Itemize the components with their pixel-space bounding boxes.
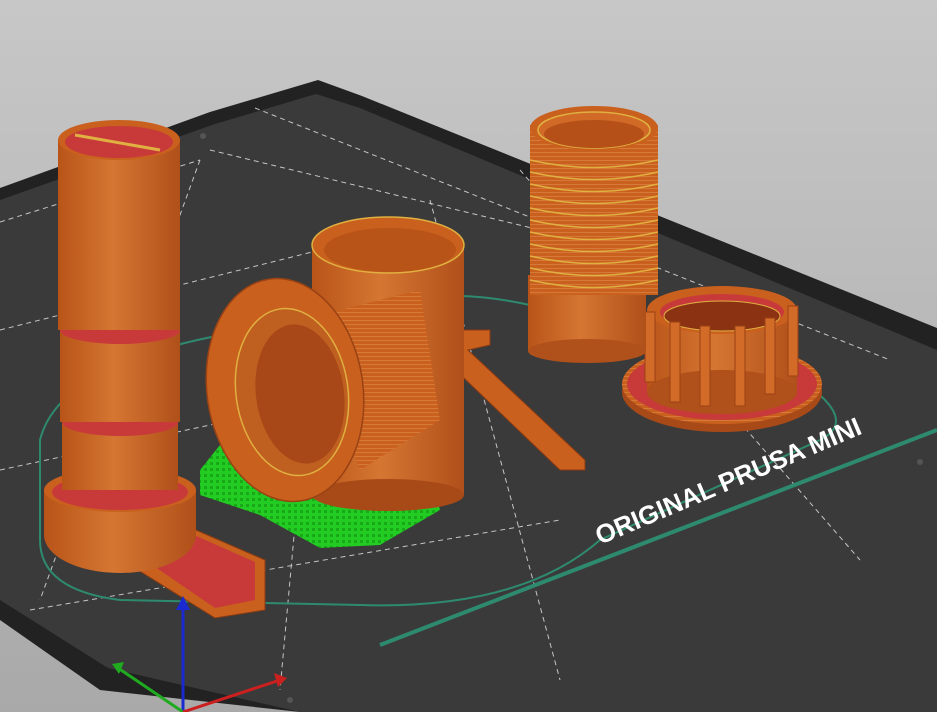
threaded-tube[interactable] — [528, 106, 659, 363]
bed-screw — [287, 697, 293, 703]
3d-viewport[interactable]: ORIGINAL PRUSA MINI — [0, 0, 937, 712]
crenellated-ring[interactable] — [622, 286, 822, 432]
scene[interactable]: ORIGINAL PRUSA MINI — [0, 0, 937, 712]
bed-screw — [200, 133, 206, 139]
bed-screw — [917, 459, 923, 465]
